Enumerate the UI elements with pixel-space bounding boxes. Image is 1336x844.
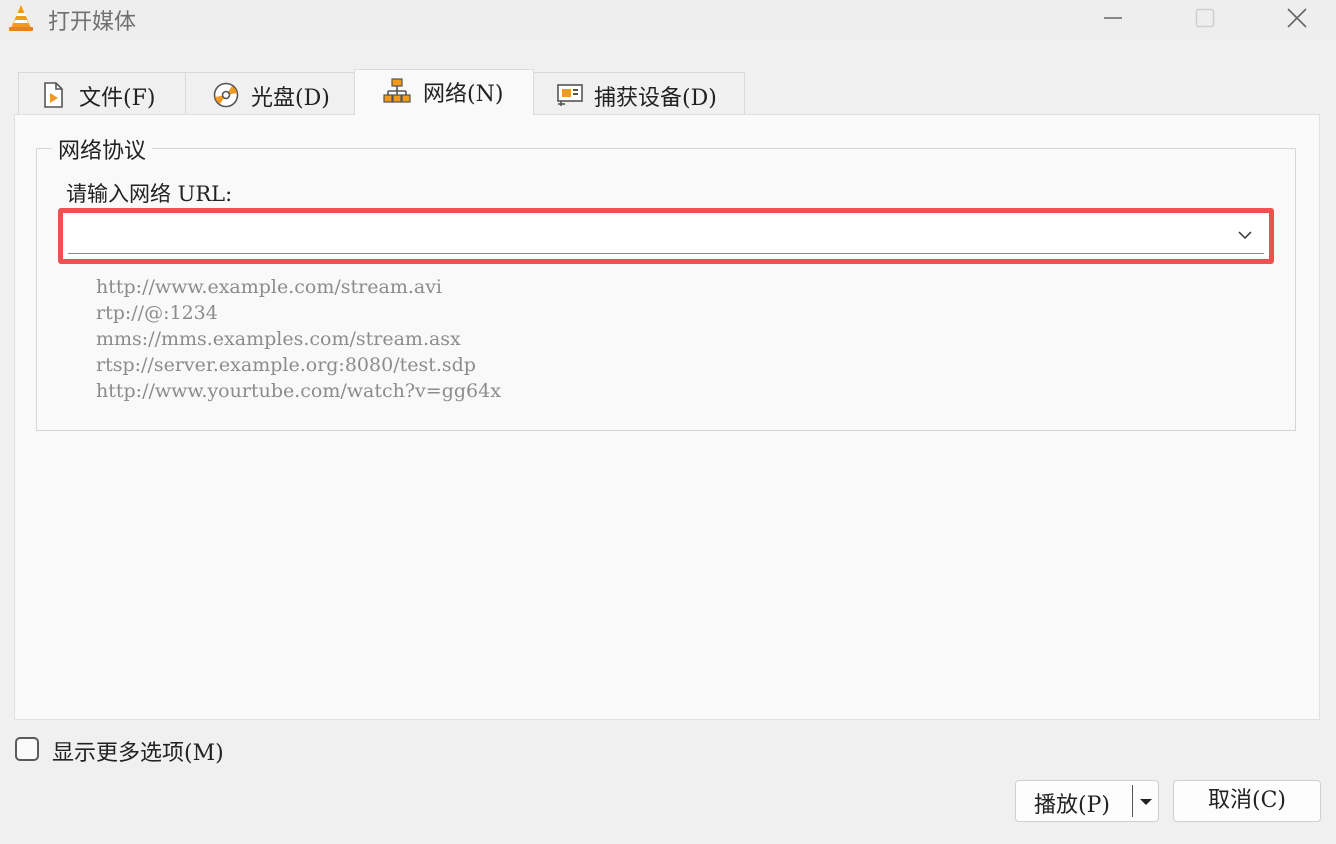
network-protocol-group-title: 网络协议 bbox=[52, 133, 153, 165]
play-button-label: 播放(P) bbox=[1034, 793, 1110, 818]
window-title: 打开媒体 bbox=[48, 10, 137, 35]
tab-network-label: 网络(N) bbox=[423, 82, 504, 107]
url-example: http://www.example.com/stream.avi bbox=[96, 276, 443, 298]
url-input[interactable] bbox=[68, 216, 1228, 252]
tab-capture-device-label: 捕获设备(D) bbox=[594, 86, 717, 111]
close-button[interactable] bbox=[1268, 0, 1326, 36]
dropdown-arrow-icon[interactable] bbox=[1139, 797, 1153, 807]
url-example: mms://mms.examples.com/stream.asx bbox=[96, 328, 461, 350]
tab-disc[interactable]: 光盘(D) bbox=[185, 72, 355, 114]
tab-file-label: 文件(F) bbox=[79, 86, 156, 111]
minimize-button[interactable] bbox=[1084, 0, 1142, 36]
maximize-button[interactable] bbox=[1176, 0, 1234, 36]
url-example: rtp://@:1234 bbox=[96, 302, 218, 324]
split-divider bbox=[1132, 785, 1133, 817]
show-more-options-label[interactable]: 显示更多选项(M) bbox=[52, 735, 224, 767]
vlc-cone-icon bbox=[9, 5, 33, 31]
network-icon bbox=[383, 78, 411, 103]
minimize-icon bbox=[1104, 17, 1122, 19]
title-bar: 打开媒体 bbox=[0, 0, 1336, 40]
tab-capture-device[interactable]: 捕获设备(D) bbox=[533, 72, 745, 114]
close-icon bbox=[1287, 8, 1307, 28]
tab-file[interactable]: 文件(F) bbox=[18, 72, 186, 114]
cancel-button[interactable]: 取消(C) bbox=[1173, 780, 1321, 822]
url-label: 请输入网络 URL: bbox=[66, 182, 233, 206]
show-more-options-checkbox[interactable] bbox=[15, 737, 39, 761]
tab-network[interactable]: 网络(N) bbox=[354, 69, 534, 115]
file-play-icon bbox=[44, 82, 63, 108]
url-combobox[interactable] bbox=[68, 216, 1264, 254]
url-example: rtsp://server.example.org:8080/test.sdp bbox=[96, 354, 476, 376]
chevron-down-icon[interactable] bbox=[1236, 226, 1254, 244]
maximize-icon bbox=[1195, 8, 1215, 28]
capture-card-icon bbox=[557, 84, 583, 106]
url-example: http://www.yourtube.com/watch?v=gg64x bbox=[96, 380, 501, 402]
disc-icon bbox=[213, 82, 239, 108]
url-examples: http://www.example.com/stream.avi rtp://… bbox=[96, 274, 501, 404]
tab-disc-label: 光盘(D) bbox=[251, 86, 330, 111]
play-button[interactable]: 播放(P) bbox=[1015, 780, 1159, 822]
